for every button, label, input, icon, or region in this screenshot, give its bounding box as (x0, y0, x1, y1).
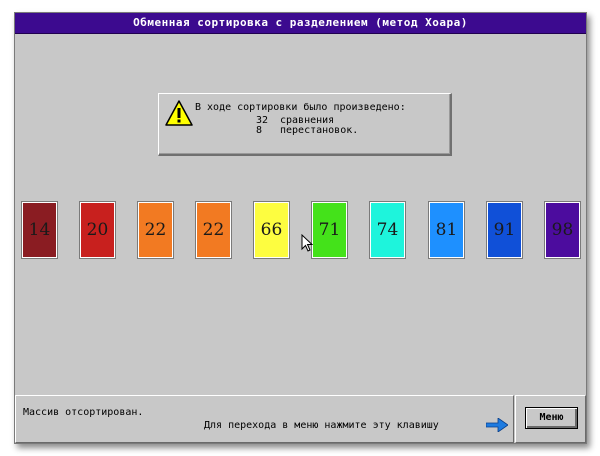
status-bar: Массив отсортирован. Для перехода в меню… (15, 395, 514, 443)
swaps-line: 8 перестановок. (256, 125, 358, 136)
menu-hint: Для перехода в меню нажмите эту клавишу (204, 420, 439, 431)
swaps-count: 8 (256, 125, 263, 136)
result-dialog: В ходе сортировки было произведено: 32 ср… (158, 93, 452, 156)
array-card: 98 (544, 201, 581, 259)
menu-panel: Меню (515, 395, 586, 443)
array-card: 91 (486, 201, 523, 259)
app-window: Обменная сортировка с разделением (метод… (14, 12, 587, 444)
warning-icon (165, 100, 193, 126)
array-card: 81 (428, 201, 465, 259)
window-title: Обменная сортировка с разделением (метод… (15, 13, 586, 34)
array-card: 74 (369, 201, 406, 259)
array-card: 22 (195, 201, 232, 259)
arrow-right-icon (486, 418, 508, 432)
array-card: 71 (311, 201, 348, 259)
menu-button[interactable]: Меню (525, 407, 578, 429)
array-card: 22 (137, 201, 174, 259)
swaps-label: перестановок. (280, 125, 359, 136)
dialog-heading: В ходе сортировки было произведено: (195, 102, 406, 113)
array-card: 66 (253, 201, 290, 259)
status-message: Массив отсортирован. (23, 407, 144, 418)
array-card: 20 (79, 201, 116, 259)
mouse-pointer-icon (301, 234, 313, 252)
array-card: 14 (21, 201, 58, 259)
